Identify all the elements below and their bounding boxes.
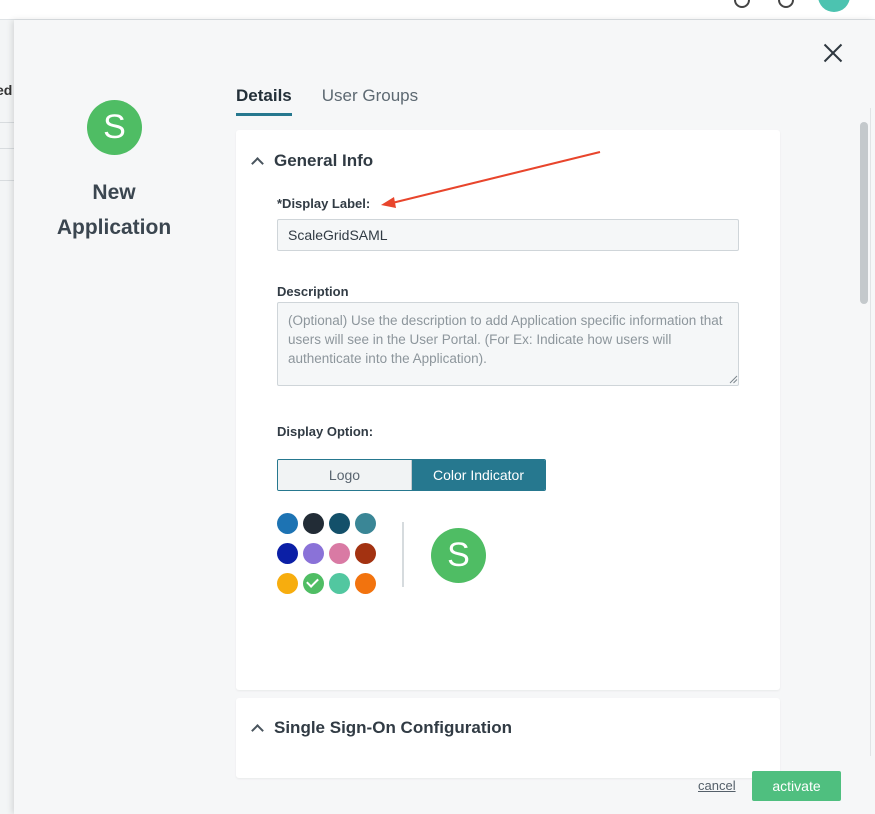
description-label: Description bbox=[277, 284, 349, 299]
color-swatch[interactable] bbox=[303, 573, 324, 594]
display-option-toggle: Logo Color Indicator bbox=[277, 459, 546, 491]
sso-card: Single Sign-On Configuration bbox=[236, 698, 780, 778]
background-divider bbox=[0, 180, 14, 181]
color-swatch[interactable] bbox=[329, 513, 350, 534]
color-swatch[interactable] bbox=[277, 543, 298, 564]
background-left-panel: ed bbox=[0, 20, 14, 814]
display-option-label: Display Option: bbox=[277, 424, 374, 439]
display-option-logo[interactable]: Logo bbox=[278, 460, 412, 490]
color-swatch[interactable] bbox=[303, 513, 324, 534]
close-icon[interactable] bbox=[820, 40, 846, 66]
general-info-header[interactable]: General Info bbox=[251, 149, 374, 173]
section-title: Single Sign-On Configuration bbox=[274, 718, 512, 737]
tab-bar: Details User Groups bbox=[236, 86, 418, 116]
display-label-label: *Display Label: bbox=[277, 196, 371, 211]
section-title: General Info bbox=[274, 151, 374, 170]
scroll-divider bbox=[870, 108, 871, 756]
color-swatch[interactable] bbox=[355, 543, 376, 564]
application-title: New Application bbox=[56, 181, 172, 239]
tab-user-groups[interactable]: User Groups bbox=[322, 86, 418, 116]
activate-button[interactable]: activate bbox=[752, 771, 841, 801]
background-divider bbox=[0, 122, 14, 123]
description-textarea[interactable] bbox=[277, 302, 739, 386]
checkmark-icon bbox=[306, 575, 319, 588]
background-user-avatar bbox=[818, 0, 850, 12]
tab-details[interactable]: Details bbox=[236, 86, 292, 116]
background-divider bbox=[0, 148, 14, 149]
palette-divider bbox=[402, 522, 404, 587]
sso-header[interactable]: Single Sign-On Configuration bbox=[251, 716, 512, 740]
color-swatch[interactable] bbox=[277, 513, 298, 534]
color-swatch[interactable] bbox=[277, 573, 298, 594]
chevron-up-icon bbox=[251, 157, 264, 170]
display-label-input[interactable] bbox=[277, 219, 739, 251]
color-swatch[interactable] bbox=[329, 573, 350, 594]
color-swatch[interactable] bbox=[303, 543, 324, 564]
chevron-up-icon bbox=[251, 724, 264, 737]
background-topbar bbox=[0, 0, 875, 20]
color-preview-avatar: S bbox=[431, 528, 486, 583]
background-left-text: ed bbox=[0, 82, 13, 98]
general-info-card: General Info *Display Label: Description… bbox=[236, 130, 780, 690]
background-search-icon bbox=[734, 0, 750, 8]
new-application-modal: S New Application Details User Groups Ge… bbox=[14, 20, 875, 814]
resize-handle-icon[interactable] bbox=[729, 375, 738, 384]
scrollbar[interactable] bbox=[860, 122, 868, 304]
application-avatar: S bbox=[87, 100, 142, 155]
background-help-icon bbox=[778, 0, 794, 8]
color-swatch[interactable] bbox=[355, 573, 376, 594]
display-option-color-indicator[interactable]: Color Indicator bbox=[412, 460, 545, 490]
cancel-link[interactable]: cancel bbox=[698, 778, 736, 793]
color-swatch[interactable] bbox=[355, 513, 376, 534]
color-swatch[interactable] bbox=[329, 543, 350, 564]
